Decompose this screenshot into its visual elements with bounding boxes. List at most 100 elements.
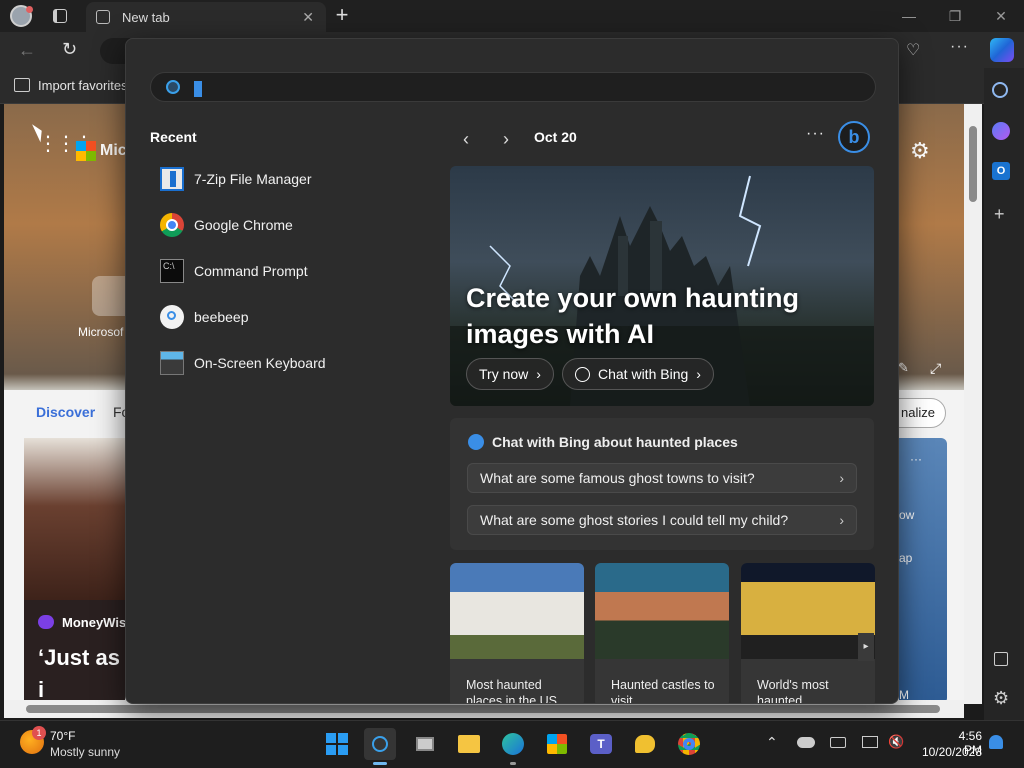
hotel-image <box>450 563 584 659</box>
tab-new-tab[interactable]: New tab ✕ <box>86 2 326 32</box>
task-view-button[interactable] <box>409 728 441 760</box>
recent-item-beebeep[interactable]: beebeep <box>150 295 420 339</box>
store-button[interactable] <box>541 728 573 760</box>
weather-description[interactable]: Mostly sunny <box>50 745 120 759</box>
start-button[interactable] <box>321 728 353 760</box>
edge-button[interactable] <box>497 728 529 760</box>
back-icon[interactable]: ← <box>18 40 36 61</box>
weather-temp[interactable]: 70°F <box>50 729 75 743</box>
onedrive-icon[interactable] <box>797 737 815 748</box>
minimize-button[interactable]: — <box>886 0 932 32</box>
right-card-text-2: ap <box>899 551 913 565</box>
search-result-icon <box>160 305 184 329</box>
close-window-button[interactable]: ✕ <box>978 0 1024 32</box>
tab-actions-icon[interactable] <box>53 9 67 23</box>
chat-with-bing-label: Chat with Bing <box>598 366 689 382</box>
more-options-icon[interactable]: ··· <box>806 125 825 143</box>
display-icon[interactable] <box>862 736 878 748</box>
search-input[interactable] <box>150 72 876 102</box>
ntp-edit-icon[interactable]: ✎ <box>898 360 909 376</box>
haunted-castles-card[interactable]: Haunted castles to visit <box>595 563 729 704</box>
chat-with-bing-button[interactable]: Chat with Bing › <box>562 358 714 390</box>
windows-logo-icon <box>326 733 348 755</box>
more-options-icon[interactable]: ··· <box>950 38 969 56</box>
recent-item-label: 7-Zip File Manager <box>194 171 312 187</box>
import-favorites-link[interactable]: Import favorites <box>38 78 128 93</box>
haunted-us-card[interactable]: Most haunted places in the US <box>450 563 584 703</box>
speech-bubble-icon <box>635 735 655 753</box>
vertical-scrollbar[interactable] <box>964 104 982 704</box>
recent-item-7zip[interactable]: 7-Zip File Manager <box>150 157 420 201</box>
profile-notification-dot <box>26 6 33 13</box>
ntp-shortcut-label[interactable]: Microsof <box>78 325 123 339</box>
chrome-icon <box>678 733 700 755</box>
edge-running-indicator <box>510 762 516 765</box>
ntp-expand-icon[interactable]: ⤢ <box>930 360 941 377</box>
card-caption: Haunted castles to visit <box>611 678 715 704</box>
feed-tab-discover[interactable]: Discover <box>36 404 95 420</box>
try-now-button[interactable]: Try now › <box>466 358 554 390</box>
volume-muted-icon[interactable]: 🔇 <box>888 734 904 750</box>
task-view-icon <box>416 737 434 751</box>
sidebar-copilot-icon[interactable] <box>992 122 1010 140</box>
show-hidden-icons[interactable]: ⌃ <box>766 734 778 751</box>
recent-item-chrome[interactable]: Google Chrome <box>150 203 420 247</box>
try-now-label: Try now <box>479 366 529 382</box>
chevron-right-icon: › <box>696 366 701 382</box>
worlds-most-haunted-card[interactable]: World's most haunted <box>741 563 875 703</box>
weather-badge: 1 <box>32 726 46 740</box>
text-cursor <box>194 81 202 97</box>
next-day-icon[interactable]: › <box>494 127 518 151</box>
ntp-settings-icon[interactable]: ⚙ <box>910 138 930 164</box>
copilot-icon[interactable] <box>990 38 1014 62</box>
sidebar-settings-icon[interactable]: ⚙ <box>993 688 1009 709</box>
clock-date[interactable]: 10/20/2023 <box>918 745 982 759</box>
health-icon[interactable]: ♡ <box>906 40 920 60</box>
sticky-notes-button[interactable] <box>629 728 661 760</box>
new-tab-button[interactable]: + <box>330 4 354 28</box>
story-image[interactable] <box>24 438 125 608</box>
recent-item-command-prompt[interactable]: C:\ Command Prompt <box>150 249 420 293</box>
close-tab-icon[interactable]: ✕ <box>302 9 314 26</box>
right-feed-card[interactable] <box>899 438 947 704</box>
taskbar-search-button[interactable] <box>364 728 396 760</box>
vertical-scroll-thumb[interactable] <box>969 126 977 202</box>
previous-day-icon[interactable]: ‹ <box>454 127 478 151</box>
recent-item-label: Google Chrome <box>194 217 293 233</box>
keyboard-layout-icon[interactable] <box>830 737 846 748</box>
restore-button[interactable]: ❐ <box>932 0 978 32</box>
import-favorites-icon <box>14 78 30 92</box>
recent-item-label: On-Screen Keyboard <box>194 355 326 371</box>
recent-item-on-screen-keyboard[interactable]: On-Screen Keyboard <box>150 341 420 385</box>
ntp-shortcut-tile[interactable] <box>92 276 126 316</box>
refresh-icon[interactable]: ↻ <box>62 39 77 60</box>
teams-icon: T <box>590 734 612 754</box>
bing-icon[interactable]: b <box>838 121 870 153</box>
recent-heading: Recent <box>150 129 197 145</box>
folder-icon <box>458 735 480 753</box>
ghost-towns-question[interactable]: What are some famous ghost towns to visi… <box>467 463 857 493</box>
file-explorer-button[interactable] <box>453 728 485 760</box>
carousel-next-icon[interactable]: ▸ <box>858 633 874 661</box>
add-sidebar-app-icon[interactable]: + <box>994 204 1005 225</box>
chrome-button[interactable] <box>673 728 705 760</box>
windows-search-panel: Recent 7-Zip File Manager Google Chrome … <box>125 38 899 704</box>
sidebar-layout-icon[interactable] <box>994 652 1008 666</box>
right-card-more-icon[interactable]: ··· <box>910 452 922 466</box>
recent-item-label: beebeep <box>194 309 249 325</box>
sidebar-search-icon[interactable] <box>992 82 1008 98</box>
chat-bubble-icon <box>575 366 590 382</box>
story-headline[interactable]: ‘Just as i country <box>38 642 124 706</box>
highlight-date: Oct 20 <box>534 129 577 145</box>
ghost-stories-question[interactable]: What are some ghost stories I could tell… <box>467 505 857 535</box>
notification-bell-icon[interactable] <box>989 735 1003 749</box>
moneywise-icon <box>38 615 54 629</box>
horizontal-scroll-thumb[interactable] <box>26 705 940 713</box>
teams-button[interactable]: T <box>585 728 617 760</box>
bing-icon <box>468 434 484 450</box>
chat-card-title: Chat with Bing about haunted places <box>468 434 738 450</box>
chevron-right-icon: › <box>536 366 541 382</box>
chat-card-title-text: Chat with Bing about haunted places <box>492 434 738 450</box>
outlook-icon[interactable]: O <box>992 162 1010 180</box>
hero-card[interactable]: Create your own haunting images with AI … <box>450 166 874 406</box>
